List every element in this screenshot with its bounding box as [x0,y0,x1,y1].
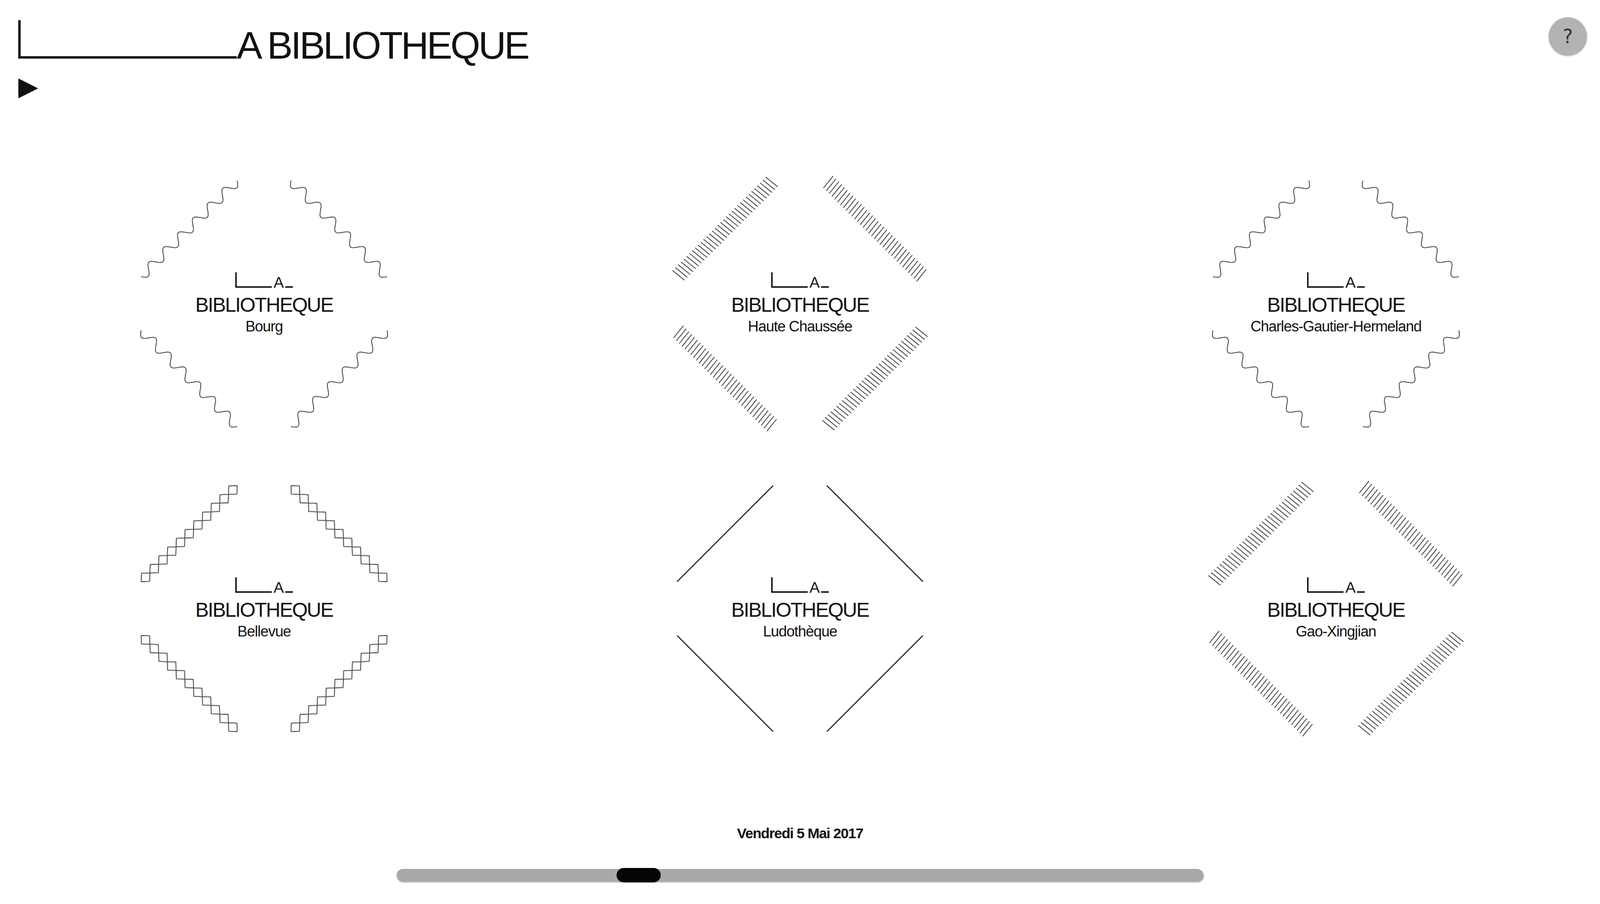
frame-stroke [141,485,238,582]
logo-letter: A [273,579,284,595]
frame-stroke [290,485,388,582]
logo-dash-icon [285,286,293,288]
library-label: A BIBLIOTHEQUECharles-Gautier-Hermeland [1250,272,1422,336]
library-logo: A [771,272,829,291]
library-label: A BIBLIOTHEQUEHaute Chaussée [731,272,869,336]
frame-stroke [1212,330,1310,427]
library-card[interactable]: A BIBLIOTHEQUECharles-Gautier-Hermeland [1191,159,1480,448]
page: A BIBLIOTHEQUE▶?ABIBLIOTHEQUEBourgABIBLI… [0,0,1600,904]
library-label: A BIBLIOTHEQUELudothèque [731,577,869,641]
frame-stroke [1208,482,1314,585]
logo-letter: A [1345,274,1356,291]
library-name: Charles-Gautier-Hermeland [1250,317,1422,336]
frame-stroke [1209,630,1313,736]
frame-stroke [1212,180,1310,278]
frame-stroke [141,635,238,732]
frame-stroke [673,325,777,431]
date-label: Vendredi 5 Mai 2017 [737,824,863,842]
frame-stroke [1362,180,1459,278]
logo-l-icon [771,577,808,593]
logo-dash-icon [1357,286,1365,288]
logo-dash-icon [1357,591,1365,593]
logo-dash-icon [821,286,829,288]
play-button[interactable]: ▶ [18,73,39,100]
frame-stroke [1362,330,1460,427]
library-title: BIBLIOTHEQUE [1267,598,1405,621]
library-logo: A [771,577,829,595]
frame-stroke [290,180,388,278]
frame-stroke [823,175,927,281]
library-name: Gao-Xingjian [1295,622,1376,641]
library-logo: A [235,577,293,595]
library-logo: A [235,272,293,291]
library-label: A BIBLIOTHEQUEGao-Xingjian [1267,577,1405,641]
library-name: Bellevue [237,622,291,641]
library-label: A BIBLIOTHEQUEBellevue [195,577,333,641]
frame-stroke [822,327,928,430]
logo-l-icon [1307,272,1344,288]
library-card[interactable]: A BIBLIOTHEQUEGao-Xingjian [1191,464,1480,753]
library-card[interactable]: A BIBLIOTHEQUEHaute Chaussée [655,159,945,448]
frame-stroke [140,330,238,427]
logo-letter: A [809,579,820,595]
library-title: BIBLIOTHEQUE [195,293,333,316]
logo-letter: A [1345,579,1356,595]
site-logo[interactable]: A BIBLIOTHEQUE [18,20,528,65]
library-name: Haute Chaussée [748,317,853,336]
library-logo: A [1307,272,1365,291]
help-button[interactable]: ? [1548,17,1588,56]
logo-l-icon [18,20,237,59]
header: A BIBLIOTHEQUE ▶? [0,0,1600,100]
frame-stroke [677,485,774,582]
frame-stroke [826,635,923,732]
logo-dash-icon [821,591,829,593]
logo-l-icon [1307,577,1344,593]
library-card[interactable]: A BIBLIOTHEQUEBourg [120,159,409,448]
library-name: Ludothèque [763,622,837,641]
frame-stroke [1359,480,1463,586]
library-name: Bourg [245,317,283,336]
library-card[interactable]: A BIBLIOTHEQUELudothèque [655,464,945,753]
frame-stroke [677,635,774,732]
logo-l-icon [235,577,272,593]
frame-stroke [141,180,238,278]
slider-thumb[interactable] [616,867,661,883]
library-title: BIBLIOTHEQUE [1267,293,1405,316]
logo-letter: A [809,274,820,291]
frame-stroke [672,177,778,280]
frame-stroke [826,485,923,582]
logo-letter: A [273,274,284,291]
logo-l-icon [771,272,808,288]
logo-l-icon [235,272,272,288]
library-card[interactable]: A BIBLIOTHEQUEBellevue [120,464,409,753]
library-title: BIBLIOTHEQUE [731,293,869,316]
frame-stroke [290,635,388,732]
logo-text: A BIBLIOTHEQUE [236,26,528,65]
frame-stroke [1357,631,1464,735]
library-grid: ABIBLIOTHEQUEBourgABIBLIOTHEQUEHaute Cha… [120,159,1480,753]
timeline-slider[interactable] [396,868,1204,882]
library-logo: A [1307,577,1365,595]
library-title: BIBLIOTHEQUE [195,598,333,621]
logo-dash-icon [285,591,293,593]
library-label: A BIBLIOTHEQUEBourg [195,272,333,336]
header-left: A BIBLIOTHEQUE ▶ [18,17,528,100]
library-title: BIBLIOTHEQUE [731,598,869,621]
frame-stroke [290,330,388,427]
